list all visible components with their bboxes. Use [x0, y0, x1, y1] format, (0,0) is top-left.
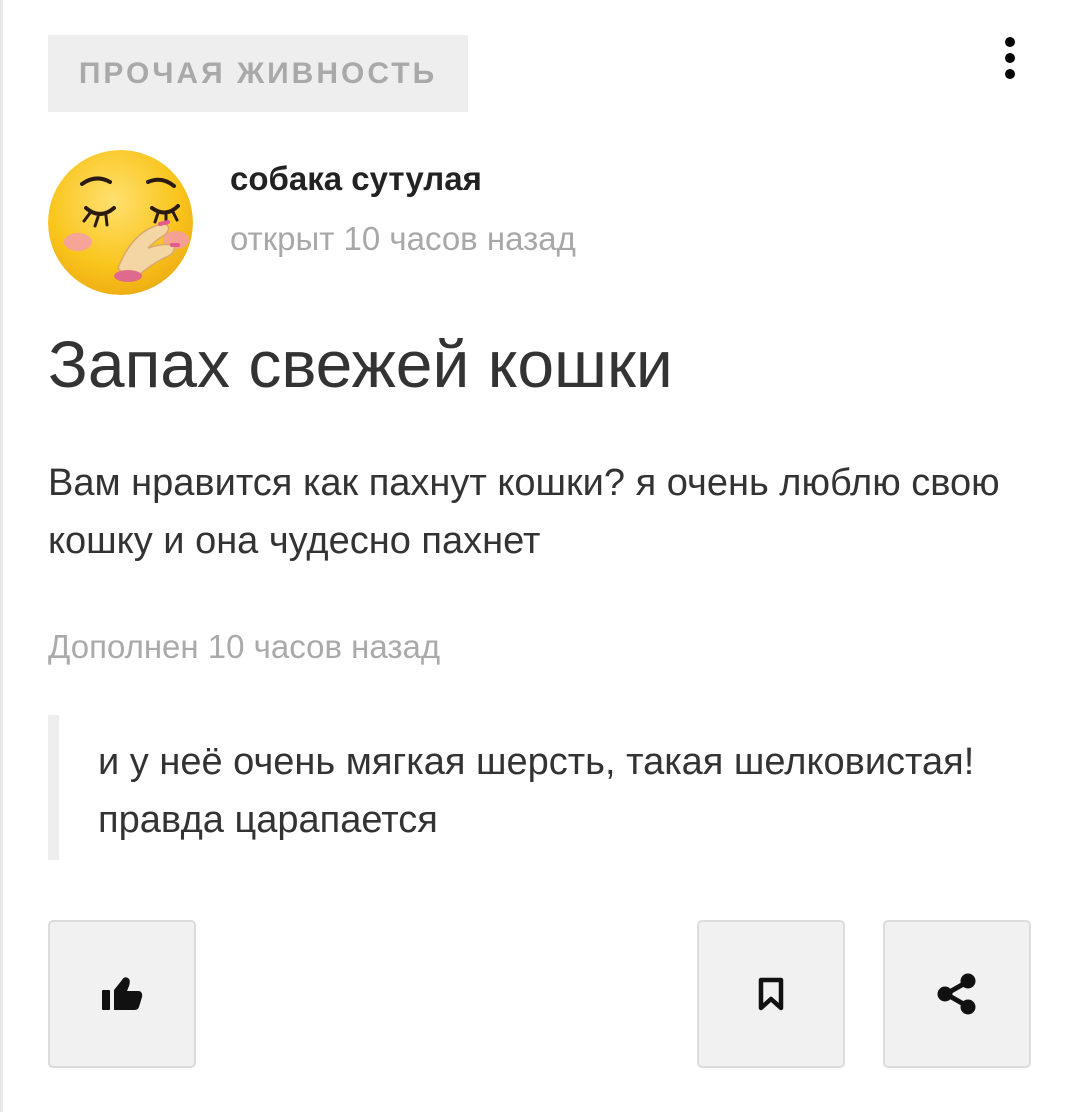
post-body: Вам нравится как пахнут кошки? я очень л…: [48, 462, 1000, 562]
addition-quote: и у неё очень мягкая шерсть, такая шелко…: [48, 715, 1008, 860]
addition-text: и у неё очень мягкая шерсть, такая шелко…: [98, 741, 975, 841]
author-name[interactable]: собака сутулая: [230, 160, 482, 198]
category-tag-label: ПРОЧАЯ ЖИВНОСТЬ: [78, 56, 438, 90]
bookmark-icon: [758, 977, 784, 1011]
vertical-dots-icon: [1005, 37, 1015, 47]
left-border: [0, 0, 3, 1112]
like-button[interactable]: [48, 920, 196, 1068]
thumbs-up-icon: [102, 977, 143, 1010]
share-icon: [937, 973, 976, 1015]
post-timestamp: открыт 10 часов назад: [230, 220, 576, 257]
bookmark-button[interactable]: [697, 920, 845, 1068]
post-title: Запах свежей кошки: [48, 327, 673, 401]
emoji-face-icon: [48, 150, 193, 295]
more-options-button[interactable]: [990, 30, 1030, 86]
category-tag[interactable]: ПРОЧАЯ ЖИВНОСТЬ: [48, 35, 468, 112]
share-button[interactable]: [883, 920, 1031, 1068]
addition-timestamp: Дополнен 10 часов назад: [48, 628, 441, 665]
avatar[interactable]: [48, 150, 193, 295]
